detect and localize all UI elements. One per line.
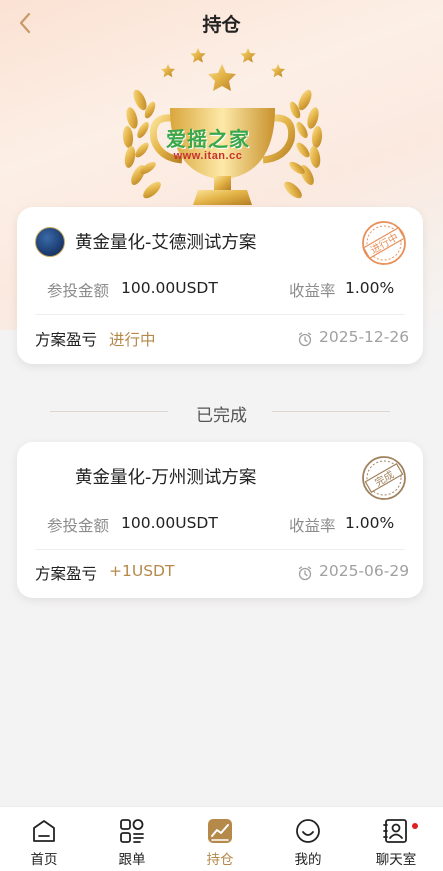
plan-name: 黄金量化-艾德测试方案: [75, 233, 257, 253]
divider-right: [272, 411, 390, 412]
tab-label: 我的: [294, 852, 322, 868]
amount-value: 100.00USDT: [121, 514, 218, 532]
plan-footer: 方案盈亏 +1USDT 2025-06-29: [17, 562, 423, 584]
yield-label: 收益率: [289, 517, 336, 535]
home-icon: [33, 820, 55, 842]
plan-card-header: 黄金量化-万州测试方案 完成: [17, 442, 423, 512]
bottom-tab-bar: 首页 跟单 持仓 我的 聊天室: [0, 806, 443, 871]
amount-label: 参投金额: [47, 517, 110, 535]
back-button[interactable]: [10, 8, 40, 38]
plan-name: 黄金量化-万州测试方案: [75, 468, 257, 488]
plan-logo: [35, 227, 65, 257]
grid-icon: [120, 819, 144, 843]
tab-chat-room[interactable]: 聊天室: [352, 807, 440, 871]
trophy-illustration: [110, 40, 335, 215]
plan-card-completed[interactable]: 黄金量化-万州测试方案 完成 参投金额 100.00USDT 收益率 1.00%…: [17, 442, 423, 598]
plan-card-header: 黄金量化-艾德测试方案 进行中: [17, 207, 423, 277]
tab-copy-trade[interactable]: 跟单: [88, 807, 176, 871]
completed-section-header: 已完成: [0, 400, 443, 426]
chevron-left-icon: [19, 12, 31, 34]
completed-section-title: 已完成: [196, 406, 247, 426]
amount-value: 100.00USDT: [121, 279, 218, 297]
plan-footer: 方案盈亏 进行中 2025-12-26: [17, 328, 423, 350]
yield-value: 1.00%: [345, 279, 395, 297]
contact-icon: [383, 819, 407, 843]
card-divider: [35, 314, 405, 315]
plan-metrics: 参投金额 100.00USDT 收益率 1.00%: [17, 514, 423, 538]
tab-label: 首页: [30, 852, 58, 868]
plan-card-active[interactable]: 黄金量化-艾德测试方案 进行中 参投金额 100.00USDT 收益率 1.00…: [17, 207, 423, 364]
tab-label: 跟单: [118, 852, 146, 868]
page-title: 持仓: [202, 13, 241, 36]
yield-value: 1.00%: [345, 514, 395, 532]
alarm-clock-icon: [298, 332, 312, 347]
tab-home[interactable]: 首页: [0, 807, 88, 871]
in-progress-stamp: 进行中: [361, 220, 407, 266]
plan-metrics: 参投金额 100.00USDT 收益率 1.00%: [17, 279, 423, 303]
notification-badge: [412, 823, 418, 829]
pnl-value: +1USDT: [109, 562, 175, 580]
chart-icon: [208, 819, 232, 843]
tab-label: 持仓: [206, 852, 234, 868]
amount-label: 参投金额: [47, 282, 110, 300]
alarm-clock-icon: [298, 566, 312, 581]
completed-stamp: 完成: [361, 455, 407, 501]
plan-date: 2025-12-26: [319, 328, 410, 346]
card-divider: [35, 549, 405, 550]
tab-label: 聊天室: [375, 852, 417, 868]
pnl-label: 方案盈亏: [35, 565, 98, 583]
yield-label: 收益率: [289, 282, 336, 300]
pnl-value: 进行中: [109, 331, 156, 349]
tab-positions[interactable]: 持仓: [176, 807, 264, 871]
plan-date: 2025-06-29: [319, 562, 410, 580]
smile-icon: [296, 819, 320, 843]
tab-profile[interactable]: 我的: [264, 807, 352, 871]
pnl-label: 方案盈亏: [35, 331, 98, 349]
